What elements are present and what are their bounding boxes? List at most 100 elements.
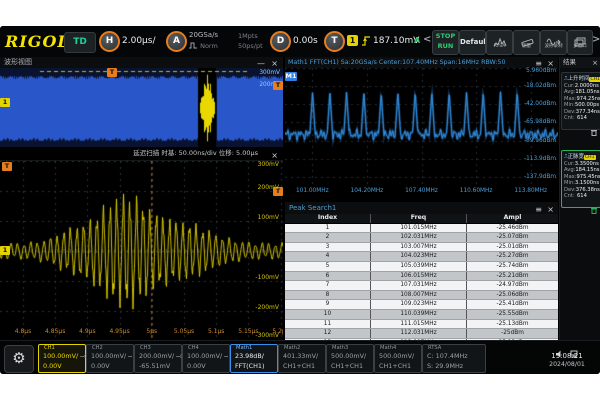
peak-table-row[interactable]: 11111.015MHz-25.13dBm [285, 320, 558, 330]
timebase-value[interactable]: 2.00μs/ [122, 36, 156, 46]
measure-button[interactable]: 测量 [513, 30, 540, 55]
fft-y-label: -89.96dBm [516, 138, 556, 144]
channel-cell-ch2[interactable]: CH2100.00mV/ ⎓0.00V [86, 344, 134, 373]
peak-table-row[interactable]: 12112.031MHz-25dBm [285, 329, 558, 339]
delete-measure-button[interactable] [562, 121, 600, 129]
channel-offset-value: 0.00V [187, 362, 206, 370]
delay-value[interactable]: 0.00s [293, 36, 318, 46]
peak-cell: 6 [285, 272, 371, 281]
measure-card-2[interactable]: ⎍正脉宽CH1Cur:3.3500nsAvg:184.15nsMax:975.4… [561, 150, 600, 208]
channel-cell-ch4[interactable]: CH4100.00mV/ ⎓0.00V [182, 344, 230, 373]
zoom-x-label: 5.15μs [233, 328, 263, 335]
channel-tab-label: RTSA [428, 345, 441, 351]
channel-cell-ch3[interactable]: CH3200.00mV/ ⎓Ω-65.51mV [134, 344, 182, 373]
sample-rate[interactable]: 20GSa/s [189, 31, 218, 39]
delay-knob[interactable]: D [270, 31, 291, 52]
fft-y-label: -18.02dBm [516, 83, 556, 89]
ch1-marker[interactable]: 1 [0, 98, 10, 107]
peak-table-row[interactable]: 2102.031MHz-25.07dBm [285, 233, 558, 243]
delete-measure-button[interactable] [562, 199, 600, 207]
expand-chevron[interactable]: > [592, 34, 600, 45]
channel-cell-math2[interactable]: Math2401.33mV/ CH1+CH1 [278, 344, 326, 373]
ch1-marker[interactable]: 1 [0, 246, 10, 255]
ruler-icon [514, 32, 539, 43]
zoom-y-label: 200mV [245, 184, 279, 191]
rising-edge-icon [361, 35, 371, 47]
peak-table-row[interactable]: 3103.007MHz-25.01dBm [285, 243, 558, 253]
coupling-icons: ⎓ [128, 354, 132, 360]
channel-cell-ch1[interactable]: CH1100.00mV/ ⎓Ω0.00V [38, 344, 86, 373]
rtsa-button[interactable]: RTSA [486, 30, 513, 55]
channel-cell-math4[interactable]: Math4500.00mV/ CH1+CH1 [374, 344, 422, 373]
zoom-x-label: 4.8μs [8, 328, 38, 335]
peak-table-row[interactable]: 5105.039MHz-25.74dBm [285, 262, 558, 272]
fft-panel: Math1 FFT(CH1) Sa:20GSa/s Center:107.40M… [285, 57, 558, 200]
horizontal-knob[interactable]: H [99, 31, 120, 52]
channel-cell-rtsa[interactable]: RTSAC: 107.4MHz S: 29.9MHz [422, 344, 486, 373]
settings-gear-button[interactable]: ⚙ [4, 345, 34, 373]
default-button[interactable]: Default [459, 30, 486, 55]
channel-cell-math3[interactable]: Math3500.00mV/ CH1+CH1 [326, 344, 374, 373]
acquire-knob[interactable]: A [166, 31, 187, 52]
trigger-knob[interactable]: T [324, 31, 345, 52]
peak-cell: 111.015MHz [371, 320, 467, 329]
delayed-sweep-plot[interactable]: T 1 T 300mV200mV100mV-100mV-200mV-300mV4… [0, 160, 283, 341]
multi-window-icon [568, 32, 592, 43]
multi-window-button[interactable]: 多窗口 [567, 30, 593, 55]
peak-cell: 5 [285, 262, 371, 271]
trigger-position-marker[interactable]: T [107, 68, 117, 77]
channel-tab-label: Math4 [380, 345, 396, 351]
channel-tab-label: Math2 [284, 345, 300, 351]
collapse-chevron[interactable]: < [423, 34, 431, 45]
fft-x-label: 104.20MHz [345, 188, 389, 194]
results-sidebar: 结果 × ⎍上升时间CH1Cur:2.0000nsAvg:181.05nsMax… [559, 57, 600, 340]
trigger-source-badge[interactable]: 1 [347, 35, 358, 46]
stat-value: 614 [577, 115, 587, 121]
zoom-x-label: 5.1μs [201, 328, 231, 335]
fft-y-label: -113.9dBm [516, 156, 556, 162]
peak-table-row[interactable]: 6106.015MHz-25.21dBm [285, 272, 558, 282]
delayed-sweep-header: 延迟扫描 时基: 50.00ns/div 位移: 5.00μs × [0, 147, 283, 160]
mode-td-button[interactable]: TD [64, 32, 96, 53]
trigger-level-marker[interactable]: T [273, 81, 283, 90]
zoom-y-label: -100mV [245, 274, 279, 281]
channel-tab-label: CH4 [188, 345, 199, 351]
acquire-mode[interactable]: Norm [189, 42, 218, 50]
peak-cell: 4 [285, 252, 371, 261]
waveform-view-plot[interactable]: T 1 300mV 200mV T [0, 68, 283, 147]
zoom-x-label: 4.9μs [72, 328, 102, 335]
peak-cell: 11 [285, 320, 371, 329]
trigger-level-value[interactable]: 187.10mV [373, 36, 419, 46]
spectrum-icon [487, 32, 512, 43]
peak-table-row[interactable]: 7107.031MHz-24.97dBm [285, 281, 558, 291]
channel-tab-label: Math1 [236, 345, 252, 351]
close-icon[interactable]: × [592, 58, 598, 69]
record-button[interactable]: 波形录制 [540, 30, 567, 55]
delayed-sweep-panel: 延迟扫描 时基: 50.00ns/div 位移: 5.00μs × T 1 T … [0, 147, 283, 340]
peak-cell: -24.97dBm [467, 281, 558, 290]
peak-table-row[interactable]: 1101.015MHz-25.46dBm [285, 224, 558, 234]
peak-cell: 108.007MHz [371, 291, 467, 300]
channel-scale-value: C: 107.4MHz [427, 352, 468, 360]
oscilloscope-screen: RIGOL TD H 2.00μs/ A 20GSa/s Norm 1Mpts … [0, 26, 600, 374]
measure-card-title: ⎍上升时间CH1 [562, 73, 600, 83]
measure-title-text: 上升时间 [568, 76, 590, 82]
fft-plot[interactable]: M1 5.960dBm-18.02dBm-42.00dBm-65.98dBm-8… [285, 68, 558, 186]
measure-card-1[interactable]: ⎍上升时间CH1Cur:2.0000nsAvg:181.05nsMax:974.… [561, 72, 600, 130]
coupling-icons: ⎓ [224, 354, 228, 360]
peak-cell: -25.07dBm [467, 233, 558, 242]
peak-table-row[interactable]: 8108.007MHz-25.06dBm [285, 291, 558, 301]
peak-cell: -25dBm [467, 329, 558, 338]
screenshot-page: RIGOL TD H 2.00μs/ A 20GSa/s Norm 1Mpts … [0, 0, 600, 400]
peak-col-header: Ampl [467, 214, 558, 223]
peak-table-row[interactable]: 4104.023MHz-25.27dBm [285, 252, 558, 262]
channel-cell-math1[interactable]: Math123.98dB/ FFT(CH1) [230, 344, 278, 373]
fft-title-text: Math1 FFT(CH1) Sa:20GSa/s Center:107.40M… [285, 59, 506, 66]
channel-scale-value: 23.98dB/ [235, 352, 264, 360]
channel-scale-value: 200.00mV/ ⎓Ω [139, 352, 184, 360]
peak-col-header: Freq [371, 214, 467, 223]
stop-run-button[interactable]: STOP RUN [432, 30, 459, 55]
peak-table-row[interactable]: 9109.023MHz-25.41dBm [285, 300, 558, 310]
peak-table-row[interactable]: 10110.039MHz-25.55dBm [285, 310, 558, 320]
math1-marker[interactable]: M1 [285, 72, 297, 81]
